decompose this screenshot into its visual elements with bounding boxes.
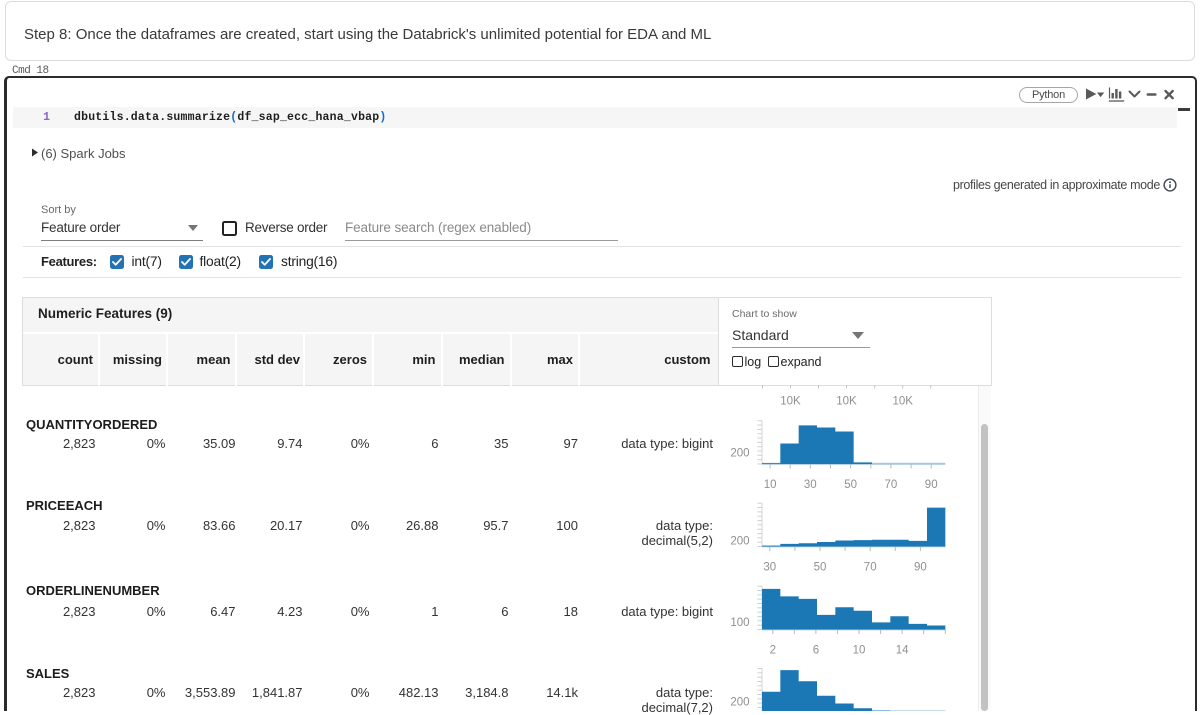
svg-text:10: 10 — [853, 645, 866, 657]
svg-text:70: 70 — [885, 479, 898, 491]
svg-text:100: 100 — [730, 617, 749, 629]
svg-text:10K: 10K — [892, 396, 913, 408]
svg-text:200: 200 — [730, 536, 749, 548]
svg-text:6: 6 — [813, 645, 819, 657]
svg-text:30: 30 — [763, 562, 776, 574]
svg-text:200: 200 — [730, 696, 749, 708]
svg-text:90: 90 — [925, 479, 938, 491]
svg-text:70: 70 — [864, 562, 877, 574]
svg-text:50: 50 — [844, 479, 857, 491]
svg-text:2: 2 — [770, 645, 776, 657]
svg-text:10K: 10K — [780, 396, 801, 408]
svg-text:30: 30 — [804, 479, 817, 491]
svg-text:14: 14 — [896, 645, 909, 657]
svg-text:10: 10 — [764, 479, 777, 491]
svg-text:200: 200 — [730, 448, 749, 460]
svg-text:50: 50 — [814, 562, 827, 574]
svg-text:10K: 10K — [836, 396, 857, 408]
svg-text:90: 90 — [914, 562, 927, 574]
